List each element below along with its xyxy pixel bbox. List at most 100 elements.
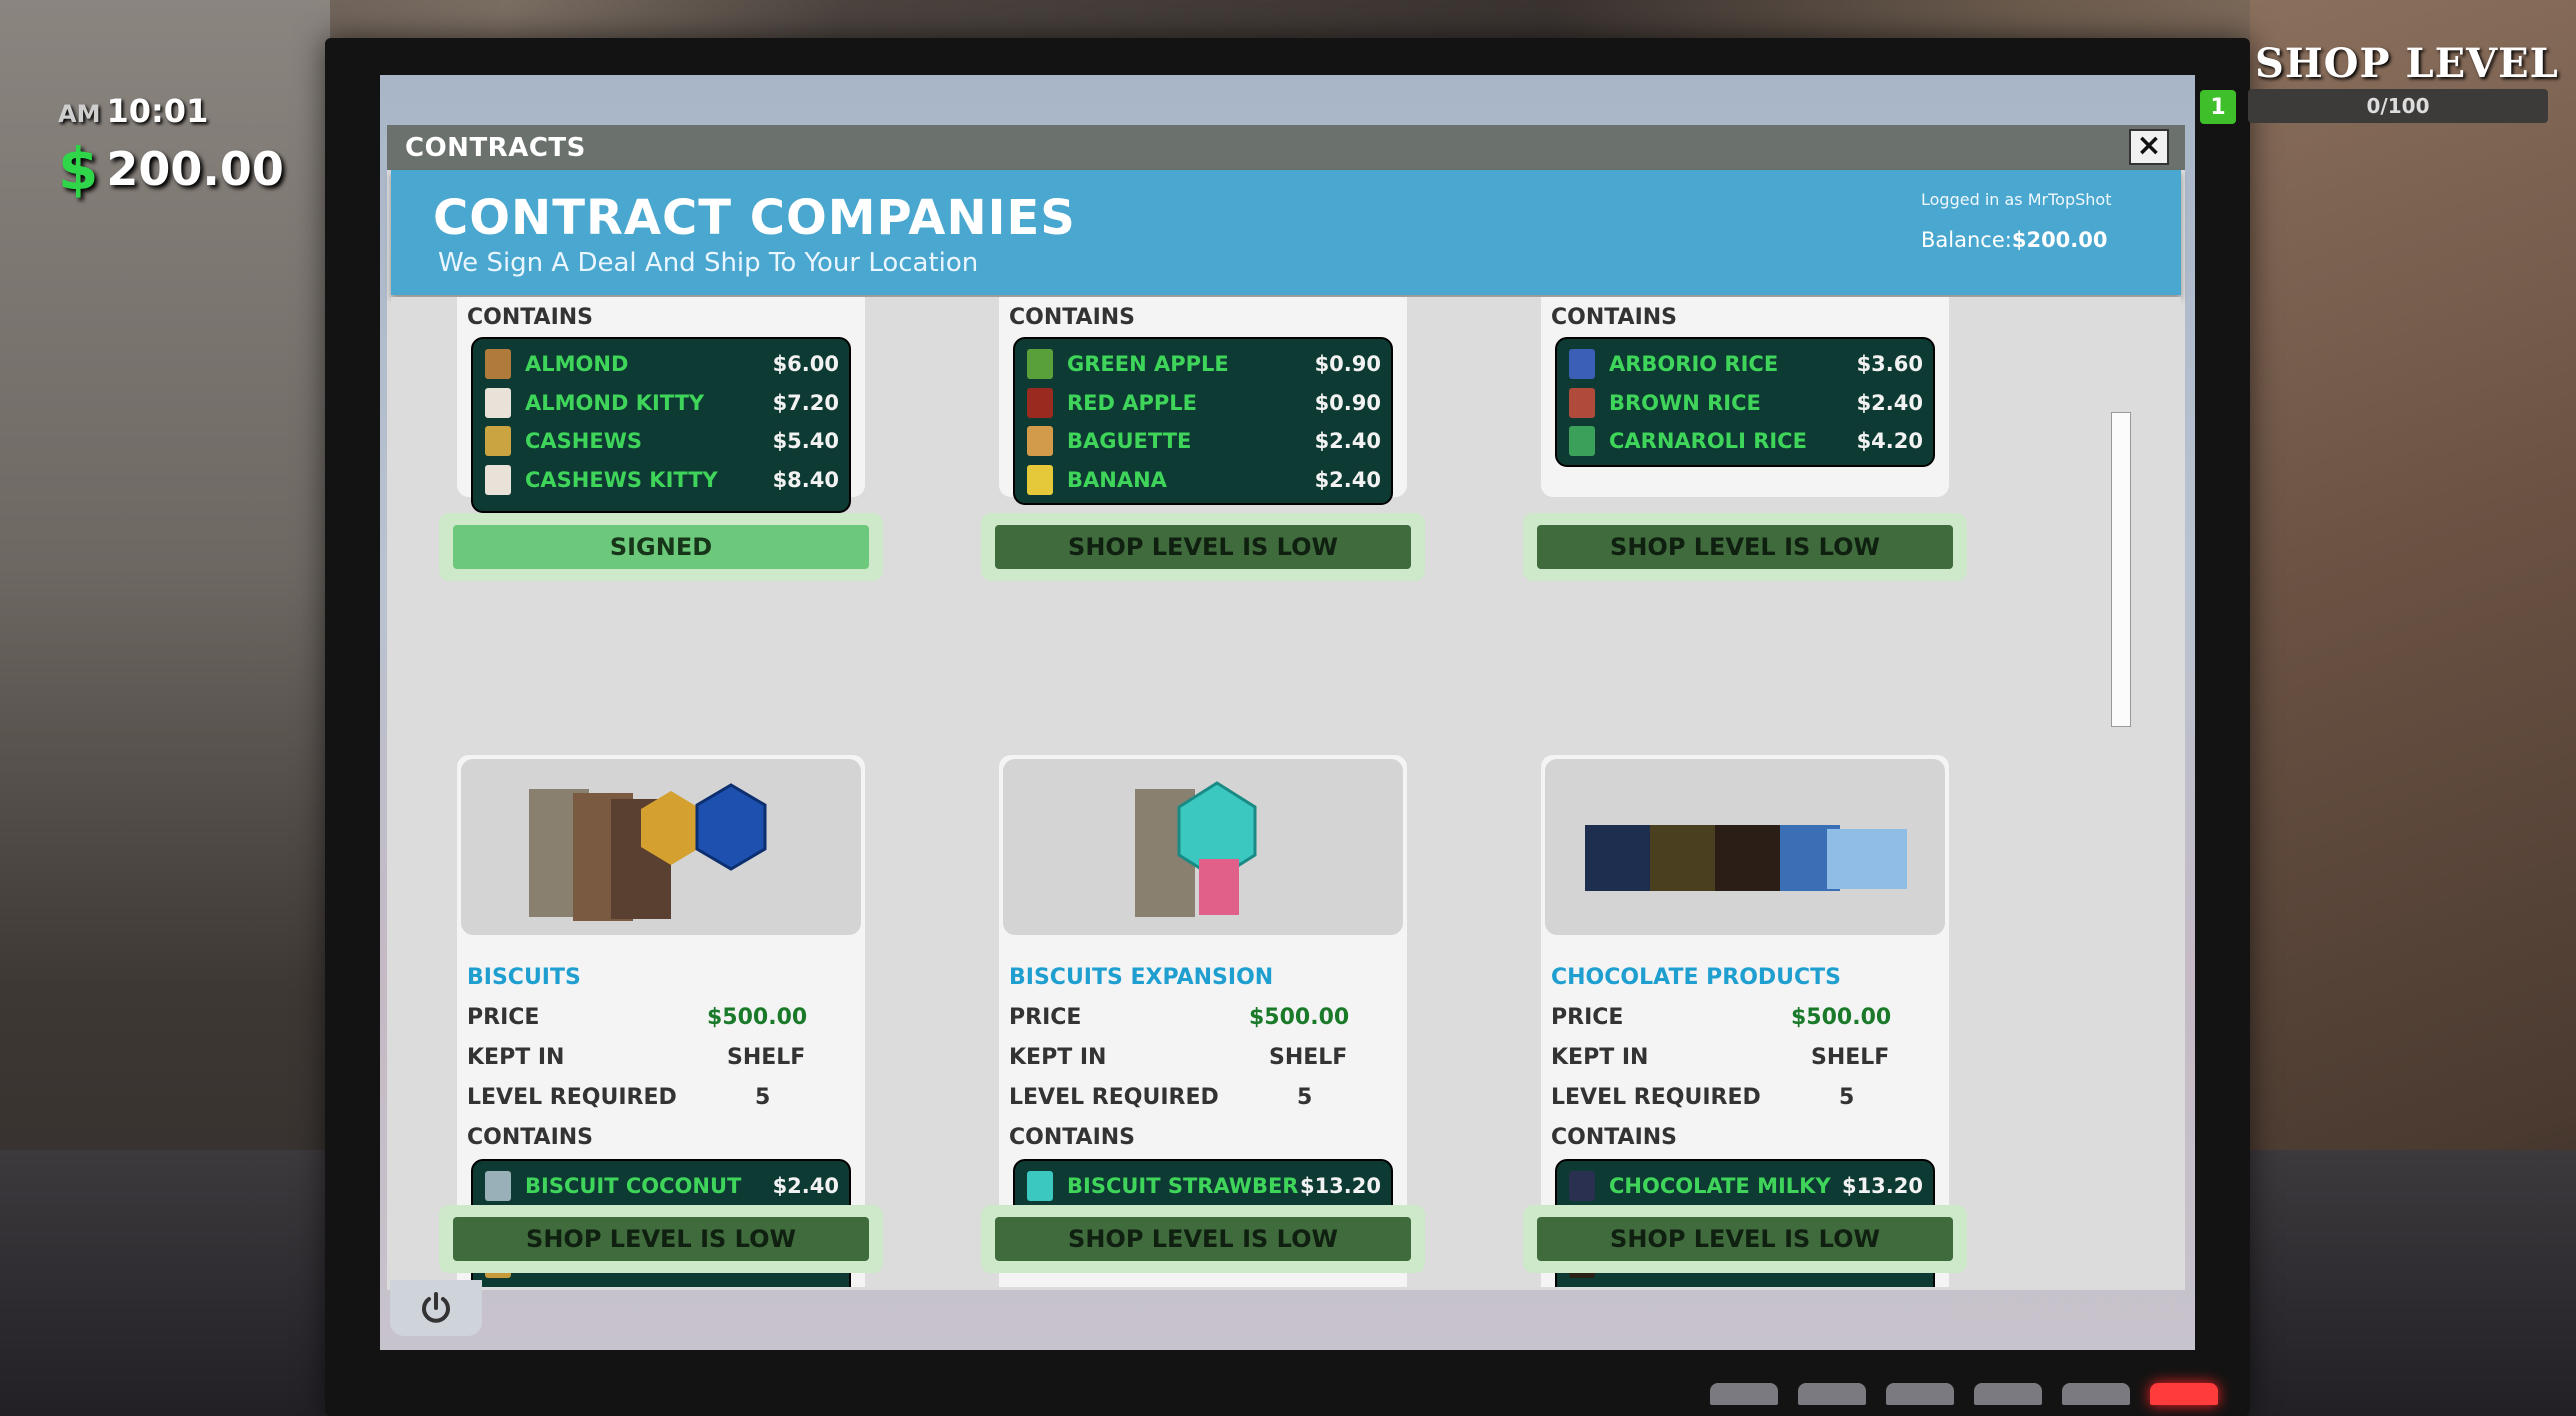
button-frame: SHOP LEVEL IS LOW (1523, 513, 1967, 581)
level-required-label: LEVEL REQUIRED (467, 1085, 677, 1110)
login-status: Logged in as MrTopShot (1921, 190, 2112, 209)
product-icon (1569, 349, 1595, 380)
kept-in-value: SHELF (727, 1045, 806, 1070)
item-name: BANANA (1067, 467, 1167, 492)
price-label: PRICE (467, 1005, 540, 1030)
price-value: $500.00 (1791, 1005, 1892, 1030)
list-item: BAGUETTE $2.40 (1021, 422, 1385, 461)
clock-time: 10:01 (106, 92, 209, 130)
item-price: $5.40 (772, 429, 839, 454)
list-item: CHOCOLATE WHEAT$13.20 (1563, 1283, 1927, 1287)
product-image (461, 759, 861, 935)
list-item: ALMOND $6.00 (479, 345, 843, 384)
item-price: $2.40 (772, 1174, 839, 1199)
item-name: ALMOND KITTY (525, 390, 705, 415)
item-price: $0.90 (1314, 352, 1381, 377)
scrollbar[interactable] (2111, 412, 2131, 727)
contract-card: CONTAINS GREEN APPLE $0.90 RED APPLE $0.90 B… (999, 297, 1407, 505)
monitor-button[interactable] (1798, 1383, 1866, 1405)
item-name: CASHEWS (525, 429, 642, 454)
product-icon (1027, 426, 1053, 457)
contract-name: BISCUITS (467, 965, 581, 990)
shop-level-low-button[interactable]: SHOP LEVEL IS LOW (995, 1217, 1411, 1261)
close-button[interactable]: × (2129, 129, 2169, 165)
list-item: GREEN APPLE $0.90 (1021, 345, 1385, 384)
item-name: CHOCOLATE MILKY (1609, 1174, 1831, 1199)
product-image (1003, 759, 1403, 935)
chocolate-product-image (1585, 825, 1907, 891)
game-clock: AM 10:01 (58, 92, 208, 130)
item-name: ALMOND (525, 352, 629, 377)
product-icon (485, 464, 511, 495)
product-icon (485, 349, 511, 380)
item-list: GREEN APPLE $0.90 RED APPLE $0.90 BAGUETTE $2… (1013, 337, 1393, 505)
shop-level-low-button[interactable]: SHOP LEVEL IS LOW (453, 1217, 869, 1261)
product-icon (1027, 387, 1053, 418)
contracts-list[interactable]: CONTAINS ALMOND $6.00 ALMOND KITTY $7.20 CAS… (391, 297, 2181, 1287)
monitor-power-led[interactable] (2150, 1383, 2218, 1405)
item-name: BROWN RICE (1609, 390, 1761, 415)
shop-level-low-button[interactable]: SHOP LEVEL IS LOW (1537, 1217, 1953, 1261)
system-clock: 2025/1/2 10:01 (1950, 1290, 2181, 1325)
level-required-label: LEVEL REQUIRED (1551, 1085, 1761, 1110)
item-price: $4.20 (1856, 429, 1923, 454)
list-item: ALMOND KITTY $7.20 (479, 384, 843, 423)
shop-level-low-button[interactable]: SHOP LEVEL IS LOW (1537, 525, 1953, 569)
button-frame: SHOP LEVEL IS LOW (439, 1205, 883, 1273)
product-icon (485, 426, 511, 457)
product-image (1545, 759, 1945, 935)
button-frame: SIGNED (439, 513, 883, 581)
power-icon (422, 1292, 450, 1323)
signed-button[interactable]: SIGNED (453, 525, 869, 569)
list-item: CARNAROLI RICE $4.20 (1563, 422, 1927, 461)
biscuits-product-image (529, 783, 767, 921)
page-title: CONTRACT COMPANIES (433, 190, 1076, 246)
balance-display: Balance:$200.00 (1921, 228, 2108, 252)
item-name: CASHEWS KITTY (525, 467, 718, 492)
monitor-buttons (1710, 1383, 2218, 1405)
page-subtitle: We Sign A Deal And Ship To Your Location (438, 248, 979, 278)
shop-level-title: SHOP LEVEL (2255, 40, 2559, 87)
contract-card: CONTAINS ARBORIO RICE $3.60 BROWN RICE $2.4… (1541, 297, 1949, 497)
shop-level-low-button[interactable]: SHOP LEVEL IS LOW (995, 525, 1411, 569)
item-name: ARBORIO RICE (1609, 352, 1779, 377)
monitor-button[interactable] (2062, 1383, 2130, 1405)
power-button[interactable] (390, 1280, 482, 1336)
list-item: BROWN RICE $2.40 (1563, 384, 1927, 423)
button-frame: SHOP LEVEL IS LOW (1523, 1205, 1967, 1273)
item-list: ARBORIO RICE $3.60 BROWN RICE $2.40 CARNAROL… (1555, 337, 1935, 467)
price-value: $500.00 (1249, 1005, 1350, 1030)
contracts-window: CONTRACTS × CONTRACT COMPANIES We Sign A… (387, 125, 2185, 1290)
product-icon (485, 1171, 511, 1202)
product-icon (1027, 464, 1053, 495)
contains-label: CONTAINS (467, 1125, 594, 1150)
clock-ampm: AM (58, 100, 101, 128)
kept-in-label: KEPT IN (1009, 1045, 1107, 1070)
level-required-value: 5 (1839, 1085, 1855, 1110)
product-icon (1569, 426, 1595, 457)
contains-label: CONTAINS (1551, 305, 1678, 330)
page-header: CONTRACT COMPANIES We Sign A Deal And Sh… (391, 170, 2181, 295)
item-price: $3.60 (1856, 352, 1923, 377)
monitor-button[interactable] (1710, 1383, 1778, 1405)
item-list: ALMOND $6.00 ALMOND KITTY $7.20 CASHEWS $5.40… (471, 337, 851, 513)
item-name: BISCUIT STRAWBERRY (1067, 1174, 1300, 1199)
monitor-button[interactable] (1886, 1383, 1954, 1405)
kept-in-value: SHELF (1811, 1045, 1890, 1070)
contract-card: CONTAINS ALMOND $6.00 ALMOND KITTY $7.20 CAS… (457, 297, 865, 513)
kept-in-label: KEPT IN (1551, 1045, 1649, 1070)
item-name: GREEN APPLE (1067, 352, 1229, 377)
monitor-button[interactable] (1974, 1383, 2042, 1405)
item-name: RED APPLE (1067, 390, 1198, 415)
product-icon (1569, 387, 1595, 418)
contract-name: CHOCOLATE PRODUCTS (1551, 965, 1842, 990)
item-price: $13.20 (1841, 1174, 1923, 1199)
contains-label: CONTAINS (1551, 1125, 1678, 1150)
biscuits-expansion-product-image (1135, 781, 1257, 917)
item-name: CARNAROLI RICE (1609, 429, 1807, 454)
product-icon (1027, 349, 1053, 380)
item-price: $2.40 (1314, 429, 1381, 454)
product-icon (1569, 1171, 1595, 1202)
window-titlebar[interactable]: CONTRACTS × (387, 125, 2185, 170)
item-name: BISCUIT COCONUT (525, 1174, 742, 1199)
